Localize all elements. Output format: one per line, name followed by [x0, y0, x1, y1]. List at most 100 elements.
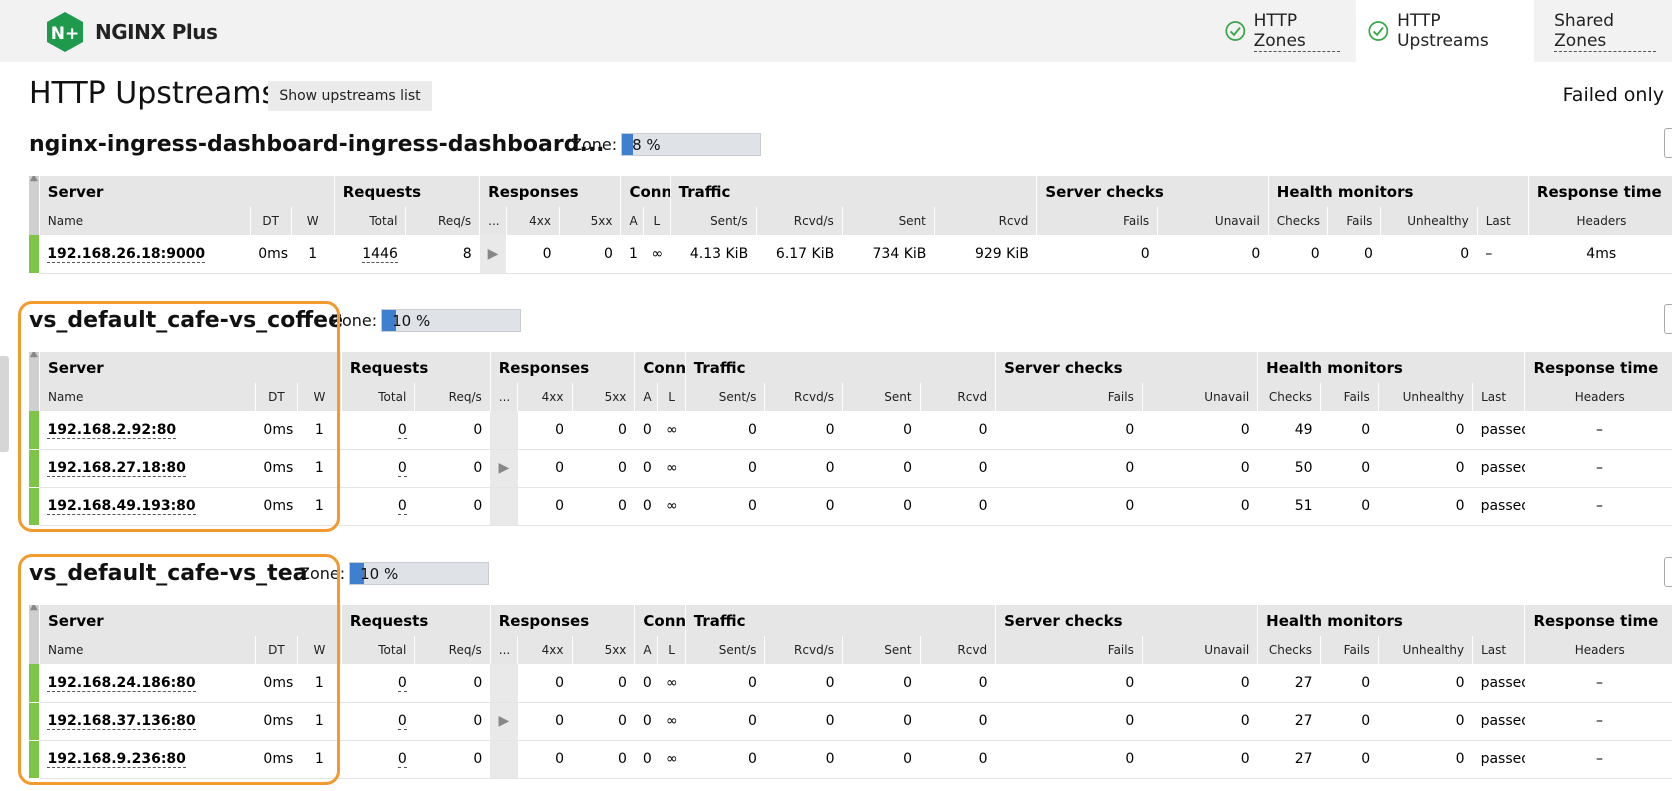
- column-header[interactable]: L: [657, 636, 686, 664]
- column-header[interactable]: A: [634, 636, 658, 664]
- server-address-link[interactable]: 192.168.24.186:80: [47, 674, 196, 692]
- column-header[interactable]: 4xx: [517, 636, 572, 664]
- column-header[interactable]: W: [296, 383, 342, 411]
- requests-total-link[interactable]: 1446: [362, 245, 398, 263]
- column-header[interactable]: Req/s: [405, 207, 480, 235]
- column-header[interactable]: Rcvd: [919, 383, 996, 411]
- column-header[interactable]: Unhealthy: [1377, 636, 1473, 664]
- column-header[interactable]: L: [643, 207, 671, 235]
- expand-responses-cell[interactable]: [490, 487, 518, 526]
- column-header[interactable]: W: [296, 636, 342, 664]
- server-address-link[interactable]: 192.168.2.92:80: [47, 421, 177, 439]
- sort-handle[interactable]: ▲: [29, 176, 40, 235]
- column-header[interactable]: Req/s: [414, 383, 491, 411]
- tab-http-zones[interactable]: HTTP Zones: [1213, 0, 1357, 62]
- server-name[interactable]: 192.168.37.136:80: [39, 702, 256, 741]
- column-header[interactable]: Rcvd/s: [764, 383, 843, 411]
- column-header[interactable]: Fails: [1036, 207, 1158, 235]
- server-address-link[interactable]: 192.168.27.18:80: [47, 460, 186, 477]
- column-header[interactable]: A: [634, 383, 658, 411]
- expand-responses-cell[interactable]: [490, 740, 518, 779]
- column-header[interactable]: Fails: [1320, 383, 1379, 411]
- column-header[interactable]: Total: [333, 207, 406, 235]
- column-header[interactable]: Fails: [1320, 636, 1379, 664]
- column-header[interactable]: 5xx: [571, 383, 635, 411]
- column-header[interactable]: Last: [1476, 207, 1529, 235]
- column-header[interactable]: 5xx: [559, 207, 621, 235]
- column-header[interactable]: Sent: [841, 636, 921, 664]
- server-address-link[interactable]: 192.168.49.193:80: [47, 498, 196, 515]
- server-address-link[interactable]: 192.168.26.18:9000: [47, 245, 206, 263]
- upstream-settings-button[interactable]: [1664, 557, 1672, 587]
- column-header[interactable]: Last: [1472, 383, 1525, 411]
- scroll-handle[interactable]: [0, 356, 9, 452]
- upstream-settings-button[interactable]: [1664, 304, 1672, 334]
- column-header[interactable]: Checks: [1257, 636, 1321, 664]
- column-header[interactable]: Rcvd: [933, 207, 1037, 235]
- column-header[interactable]: DT: [249, 207, 292, 235]
- server-name[interactable]: 192.168.26.18:9000: [39, 235, 251, 274]
- column-header[interactable]: Sent/s: [684, 636, 765, 664]
- sort-handle[interactable]: ▲: [29, 605, 40, 664]
- column-header[interactable]: Unhealthy: [1380, 207, 1478, 235]
- column-header[interactable]: Total: [340, 383, 415, 411]
- column-header[interactable]: Checks: [1257, 383, 1321, 411]
- column-header[interactable]: W: [290, 207, 335, 235]
- column-header[interactable]: Rcvd/s: [755, 207, 843, 235]
- expand-responses-cell[interactable]: [490, 664, 518, 703]
- column-header[interactable]: Fails: [995, 636, 1143, 664]
- column-header[interactable]: ...: [479, 207, 507, 235]
- server-name[interactable]: 192.168.2.92:80: [39, 411, 256, 450]
- tab-shared-zones[interactable]: Shared Zones: [1534, 0, 1672, 62]
- expand-responses-cell[interactable]: ▶: [490, 449, 518, 488]
- requests-total-link[interactable]: 0: [397, 751, 407, 768]
- column-header[interactable]: ...: [489, 383, 518, 411]
- column-header[interactable]: A: [620, 207, 644, 235]
- sort-handle[interactable]: ▲: [29, 352, 40, 411]
- column-header[interactable]: Total: [340, 636, 415, 664]
- column-header[interactable]: Sent: [841, 383, 921, 411]
- column-header[interactable]: Headers: [1524, 383, 1672, 411]
- requests-total-link[interactable]: 0: [397, 498, 407, 515]
- column-header[interactable]: Sent/s: [684, 383, 765, 411]
- show-upstreams-list-button[interactable]: Show upstreams list: [268, 81, 432, 111]
- column-header[interactable]: Unhealthy: [1377, 383, 1473, 411]
- column-header[interactable]: 4xx: [517, 383, 572, 411]
- requests-total-link[interactable]: 0: [397, 460, 407, 477]
- requests-total-link[interactable]: 0: [397, 674, 407, 692]
- column-header[interactable]: Name: [38, 383, 256, 411]
- column-header[interactable]: Sent: [841, 207, 935, 235]
- tab-http-upstreams[interactable]: HTTP Upstreams: [1356, 0, 1535, 62]
- column-header[interactable]: L: [657, 383, 686, 411]
- column-header[interactable]: Rcvd: [919, 636, 996, 664]
- server-name[interactable]: 192.168.9.236:80: [39, 740, 256, 779]
- column-header[interactable]: Fails: [1327, 207, 1381, 235]
- expand-responses-cell[interactable]: [490, 411, 518, 450]
- column-header[interactable]: Name: [38, 207, 251, 235]
- expand-responses-cell[interactable]: ▶: [479, 235, 507, 274]
- column-header[interactable]: Sent/s: [669, 207, 757, 235]
- failed-only-toggle[interactable]: Failed only: [1563, 84, 1664, 106]
- column-header[interactable]: Unavail: [1157, 207, 1269, 235]
- column-header[interactable]: Headers: [1524, 636, 1672, 664]
- column-header[interactable]: Unavail: [1141, 636, 1258, 664]
- column-header[interactable]: Unavail: [1141, 383, 1258, 411]
- server-address-link[interactable]: 192.168.37.136:80: [47, 713, 196, 730]
- server-name[interactable]: 192.168.49.193:80: [39, 487, 256, 526]
- expand-responses-cell[interactable]: ▶: [490, 702, 518, 741]
- column-header[interactable]: DT: [254, 383, 298, 411]
- server-name[interactable]: 192.168.24.186:80: [39, 664, 256, 703]
- column-header[interactable]: Checks: [1267, 207, 1328, 235]
- requests-total-link[interactable]: 0: [397, 713, 407, 730]
- column-header[interactable]: Last: [1472, 636, 1525, 664]
- column-header[interactable]: ...: [489, 636, 518, 664]
- column-header[interactable]: Rcvd/s: [764, 636, 843, 664]
- server-name[interactable]: 192.168.27.18:80: [39, 449, 256, 488]
- requests-total-link[interactable]: 0: [397, 421, 407, 439]
- server-address-link[interactable]: 192.168.9.236:80: [47, 751, 186, 768]
- column-header[interactable]: DT: [254, 636, 298, 664]
- column-header[interactable]: Req/s: [414, 636, 491, 664]
- column-header[interactable]: Name: [38, 636, 256, 664]
- column-header[interactable]: 5xx: [571, 636, 635, 664]
- column-header[interactable]: Headers: [1527, 207, 1672, 235]
